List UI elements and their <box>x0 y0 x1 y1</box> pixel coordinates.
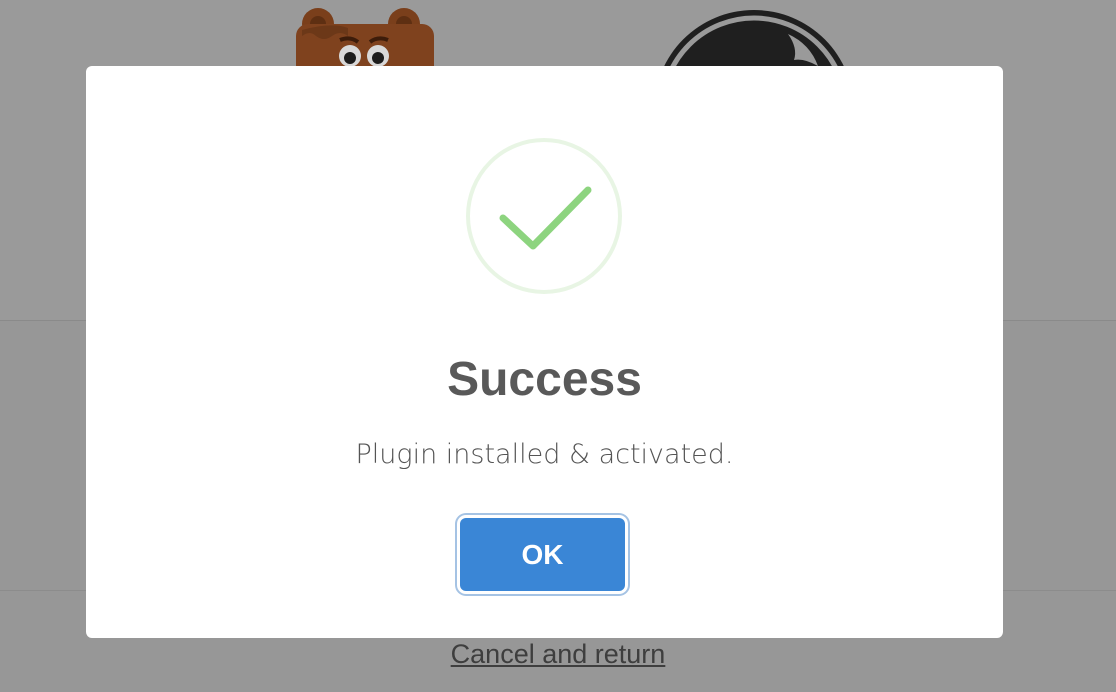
ok-button[interactable]: OK <box>460 518 625 591</box>
checkmark-icon <box>466 138 622 294</box>
dialog-title: Success <box>447 353 642 406</box>
bear-mascot-logo <box>296 8 434 74</box>
circle-logo <box>660 10 848 74</box>
dialog-message: Plugin installed & activated. <box>355 439 734 470</box>
success-dialog: Success Plugin installed & activated. OK <box>86 66 1003 638</box>
cancel-and-return-link[interactable]: Cancel and return <box>0 636 1116 672</box>
